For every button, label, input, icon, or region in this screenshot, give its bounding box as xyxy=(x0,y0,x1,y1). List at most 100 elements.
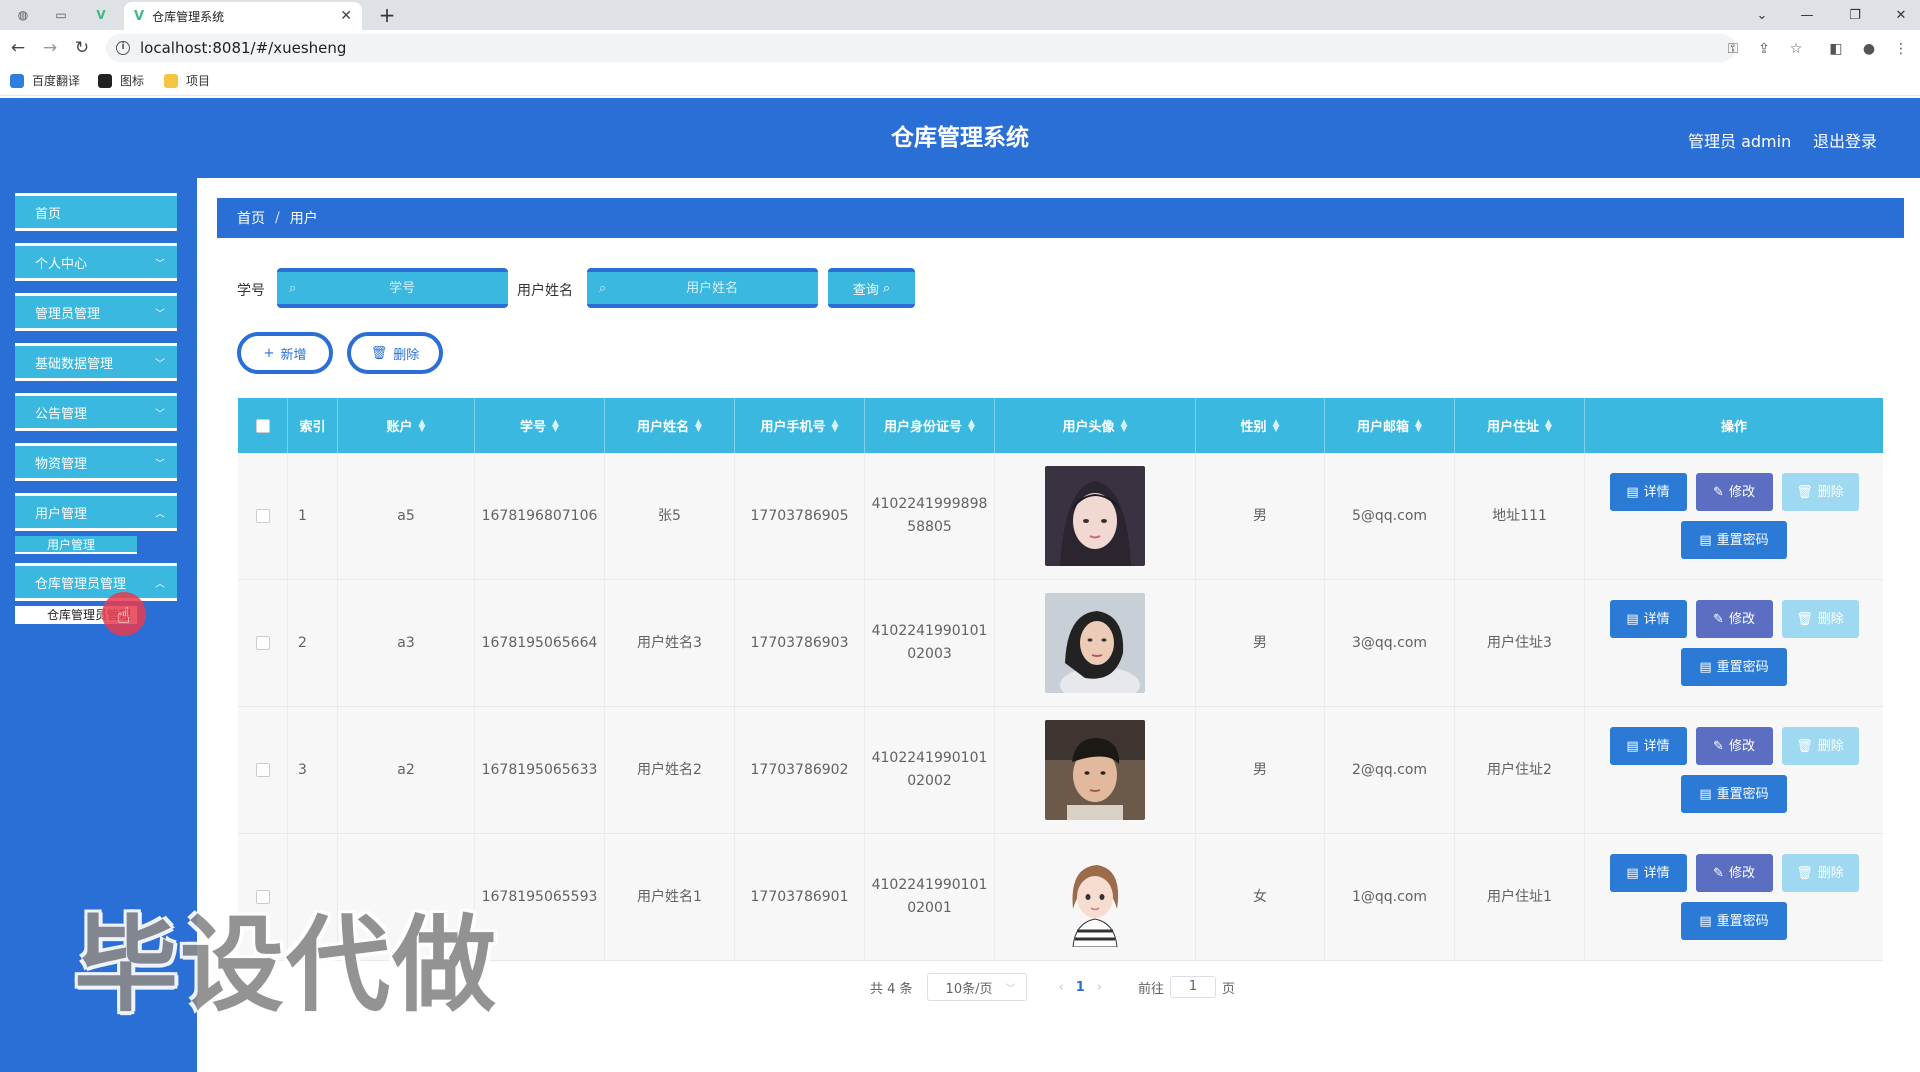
edit-button[interactable]: ✎ 修改 xyxy=(1695,473,1773,511)
sidebar-item-materials[interactable]: 物资管理 ﹀ xyxy=(15,443,177,481)
site-info-icon[interactable]: i xyxy=(116,41,130,55)
breadcrumb-home[interactable]: 首页 xyxy=(237,208,265,228)
prev-page-icon[interactable]: ‹ xyxy=(1059,980,1064,995)
col-name[interactable]: 用户姓名 ▲ ▼ xyxy=(605,398,735,453)
bookmark-star-icon[interactable]: ☆ xyxy=(1785,38,1807,60)
sidebar-item-home[interactable]: 首页 xyxy=(15,193,177,231)
reset-password-button[interactable]: ▤ 重置密码 xyxy=(1681,902,1787,940)
col-email[interactable]: 用户邮箱 ▲ ▼ xyxy=(1325,398,1455,453)
edit-button[interactable]: ✎ 修改 xyxy=(1695,854,1773,892)
select-all-checkbox[interactable] xyxy=(255,418,270,433)
avatar-girl-photo[interactable] xyxy=(1045,466,1145,566)
student-no-search[interactable]: ⌕ xyxy=(277,268,508,308)
delete-button[interactable]: 🗑 删除 xyxy=(1781,473,1859,511)
sidebar-item-announcements[interactable]: 公告管理 ﹀ xyxy=(15,393,177,431)
avatar-cartoon-girl[interactable] xyxy=(1045,847,1145,947)
detail-button[interactable]: ▤ 详情 xyxy=(1609,727,1687,765)
detail-button[interactable]: ▤ 详情 xyxy=(1609,473,1687,511)
sidebar-item-personal-center[interactable]: 个人中心 ﹀ xyxy=(15,243,177,281)
url-field[interactable]: i localhost:8081/#/xuesheng xyxy=(106,34,1736,62)
document-icon: ▤ xyxy=(1699,659,1712,675)
logout-link[interactable]: 退出登录 xyxy=(1813,128,1877,152)
col-avatar[interactable]: 用户头像 ▲ ▼ xyxy=(995,398,1196,453)
reload-button[interactable]: ↻ xyxy=(70,36,94,60)
cell-email: 3@qq.com xyxy=(1325,580,1455,706)
forward-button[interactable]: → xyxy=(38,36,62,60)
tab-blank[interactable]: ▭ xyxy=(48,4,74,26)
bookmark-icons[interactable]: 图标 xyxy=(98,72,144,89)
sort-icon[interactable]: ▲ ▼ xyxy=(1415,418,1422,433)
avatar-woman-photo[interactable] xyxy=(1045,593,1145,693)
new-tab-button[interactable]: + xyxy=(375,3,399,27)
active-browser-tab[interactable]: V 仓库管理系统 ✕ xyxy=(124,2,362,30)
goto-page-input[interactable]: 1 xyxy=(1170,976,1217,998)
admin-label[interactable]: 管理员 admin xyxy=(1688,128,1791,152)
vue-tab-icon[interactable]: V xyxy=(88,4,114,26)
sidebar-item-admin-management[interactable]: 管理员管理 ﹀ xyxy=(15,293,177,331)
sort-icon[interactable]: ▲ ▼ xyxy=(552,418,559,433)
reset-password-button[interactable]: ▤ 重置密码 xyxy=(1681,521,1787,559)
sort-icon[interactable]: ▲ ▼ xyxy=(419,418,426,433)
delete-label: 删除 xyxy=(1817,738,1844,754)
cell-student-no: 1678195065664 xyxy=(475,580,605,706)
col-account[interactable]: 账户 ▲ ▼ xyxy=(338,398,475,453)
bookmark-translate[interactable]: 百度翻译 xyxy=(10,72,80,89)
col-address[interactable]: 用户住址 ▲ ▼ xyxy=(1455,398,1585,453)
cell-avatar xyxy=(995,707,1196,833)
sort-icon[interactable]: ▲ ▼ xyxy=(1273,418,1280,433)
detail-button[interactable]: ▤ 详情 xyxy=(1609,600,1687,638)
student-no-input[interactable] xyxy=(296,280,508,296)
col-id-number[interactable]: 用户身份证号 ▲ ▼ xyxy=(865,398,995,453)
row-checkbox[interactable] xyxy=(255,509,270,523)
col-student-no[interactable]: 学号 ▲ ▼ xyxy=(475,398,605,453)
add-button[interactable]: + 新增 xyxy=(237,332,333,374)
user-name-input[interactable] xyxy=(606,280,818,296)
sort-icon[interactable]: ▲ ▼ xyxy=(1121,418,1128,433)
sidebar-item-basic-data[interactable]: 基础数据管理 ﹀ xyxy=(15,343,177,381)
detail-button[interactable]: ▤ 详情 xyxy=(1609,854,1687,892)
bookmark-project[interactable]: 项目 xyxy=(164,72,210,89)
sort-icon[interactable]: ▲ ▼ xyxy=(832,418,839,433)
delete-button[interactable]: 🗑 删除 xyxy=(1781,854,1859,892)
user-name-search[interactable]: ⌕ xyxy=(587,268,818,308)
sidebar-item-warehouse-admin[interactable]: 仓库管理员管理 ︿ xyxy=(15,563,177,601)
close-tab-icon[interactable]: ✕ xyxy=(340,8,352,24)
minimize-button[interactable]: — xyxy=(1790,4,1824,26)
header-label: 用户手机号 xyxy=(760,420,826,435)
edit-button[interactable]: ✎ 修改 xyxy=(1695,600,1773,638)
batch-delete-button[interactable]: 🗑 删除 xyxy=(347,332,443,374)
edit-button[interactable]: ✎ 修改 xyxy=(1695,727,1773,765)
globe-icon[interactable]: ◍ xyxy=(10,4,36,26)
restore-button[interactable]: ❐ xyxy=(1838,4,1872,26)
sidebar-item-user-management[interactable]: 用户管理 ︿ xyxy=(15,493,177,531)
sort-icon[interactable]: ▲ ▼ xyxy=(1545,418,1552,433)
col-gender[interactable]: 性别 ▲ ▼ xyxy=(1196,398,1325,453)
query-button[interactable]: 查询 ⌕ xyxy=(828,268,915,308)
row-checkbox[interactable] xyxy=(255,636,270,650)
window-close-button[interactable]: ✕ xyxy=(1884,4,1918,26)
header-label: 用户姓名 xyxy=(637,420,690,435)
next-page-icon[interactable]: › xyxy=(1097,980,1102,995)
cell-operations: ▤ 详情 ✎ 修改 🗑 删除 ▤ 重置密码 xyxy=(1585,707,1883,833)
reset-password-button[interactable]: ▤ 重置密码 xyxy=(1681,648,1787,686)
page-size-select[interactable]: 10条/页 ﹀ xyxy=(926,973,1027,1001)
menu-kebab-icon[interactable]: ⋮ xyxy=(1890,38,1912,60)
submenu-user-management[interactable]: 用户管理 xyxy=(15,536,137,554)
profile-icon[interactable]: ● xyxy=(1858,38,1880,60)
sort-icon[interactable]: ▲ ▼ xyxy=(695,418,702,433)
tab-search-icon[interactable]: ⌄ xyxy=(1745,4,1779,26)
key-icon[interactable]: ⚿ xyxy=(1722,38,1744,60)
cell-id-number: 4102241990101 02002 xyxy=(865,707,995,833)
row-checkbox[interactable] xyxy=(255,763,270,777)
back-button[interactable]: ← xyxy=(6,36,30,60)
sidepanel-icon[interactable]: ◧ xyxy=(1825,38,1847,60)
detail-label: 详情 xyxy=(1643,484,1670,500)
share-icon[interactable]: ⇪ xyxy=(1753,38,1775,60)
reset-password-button[interactable]: ▤ 重置密码 xyxy=(1681,775,1787,813)
col-phone[interactable]: 用户手机号 ▲ ▼ xyxy=(735,398,865,453)
delete-button[interactable]: 🗑 删除 xyxy=(1781,600,1859,638)
sort-icon[interactable]: ▲ ▼ xyxy=(968,418,975,433)
avatar-boy-photo[interactable] xyxy=(1045,720,1145,820)
delete-button[interactable]: 🗑 删除 xyxy=(1781,727,1859,765)
page-number[interactable]: 1 xyxy=(1076,980,1085,995)
